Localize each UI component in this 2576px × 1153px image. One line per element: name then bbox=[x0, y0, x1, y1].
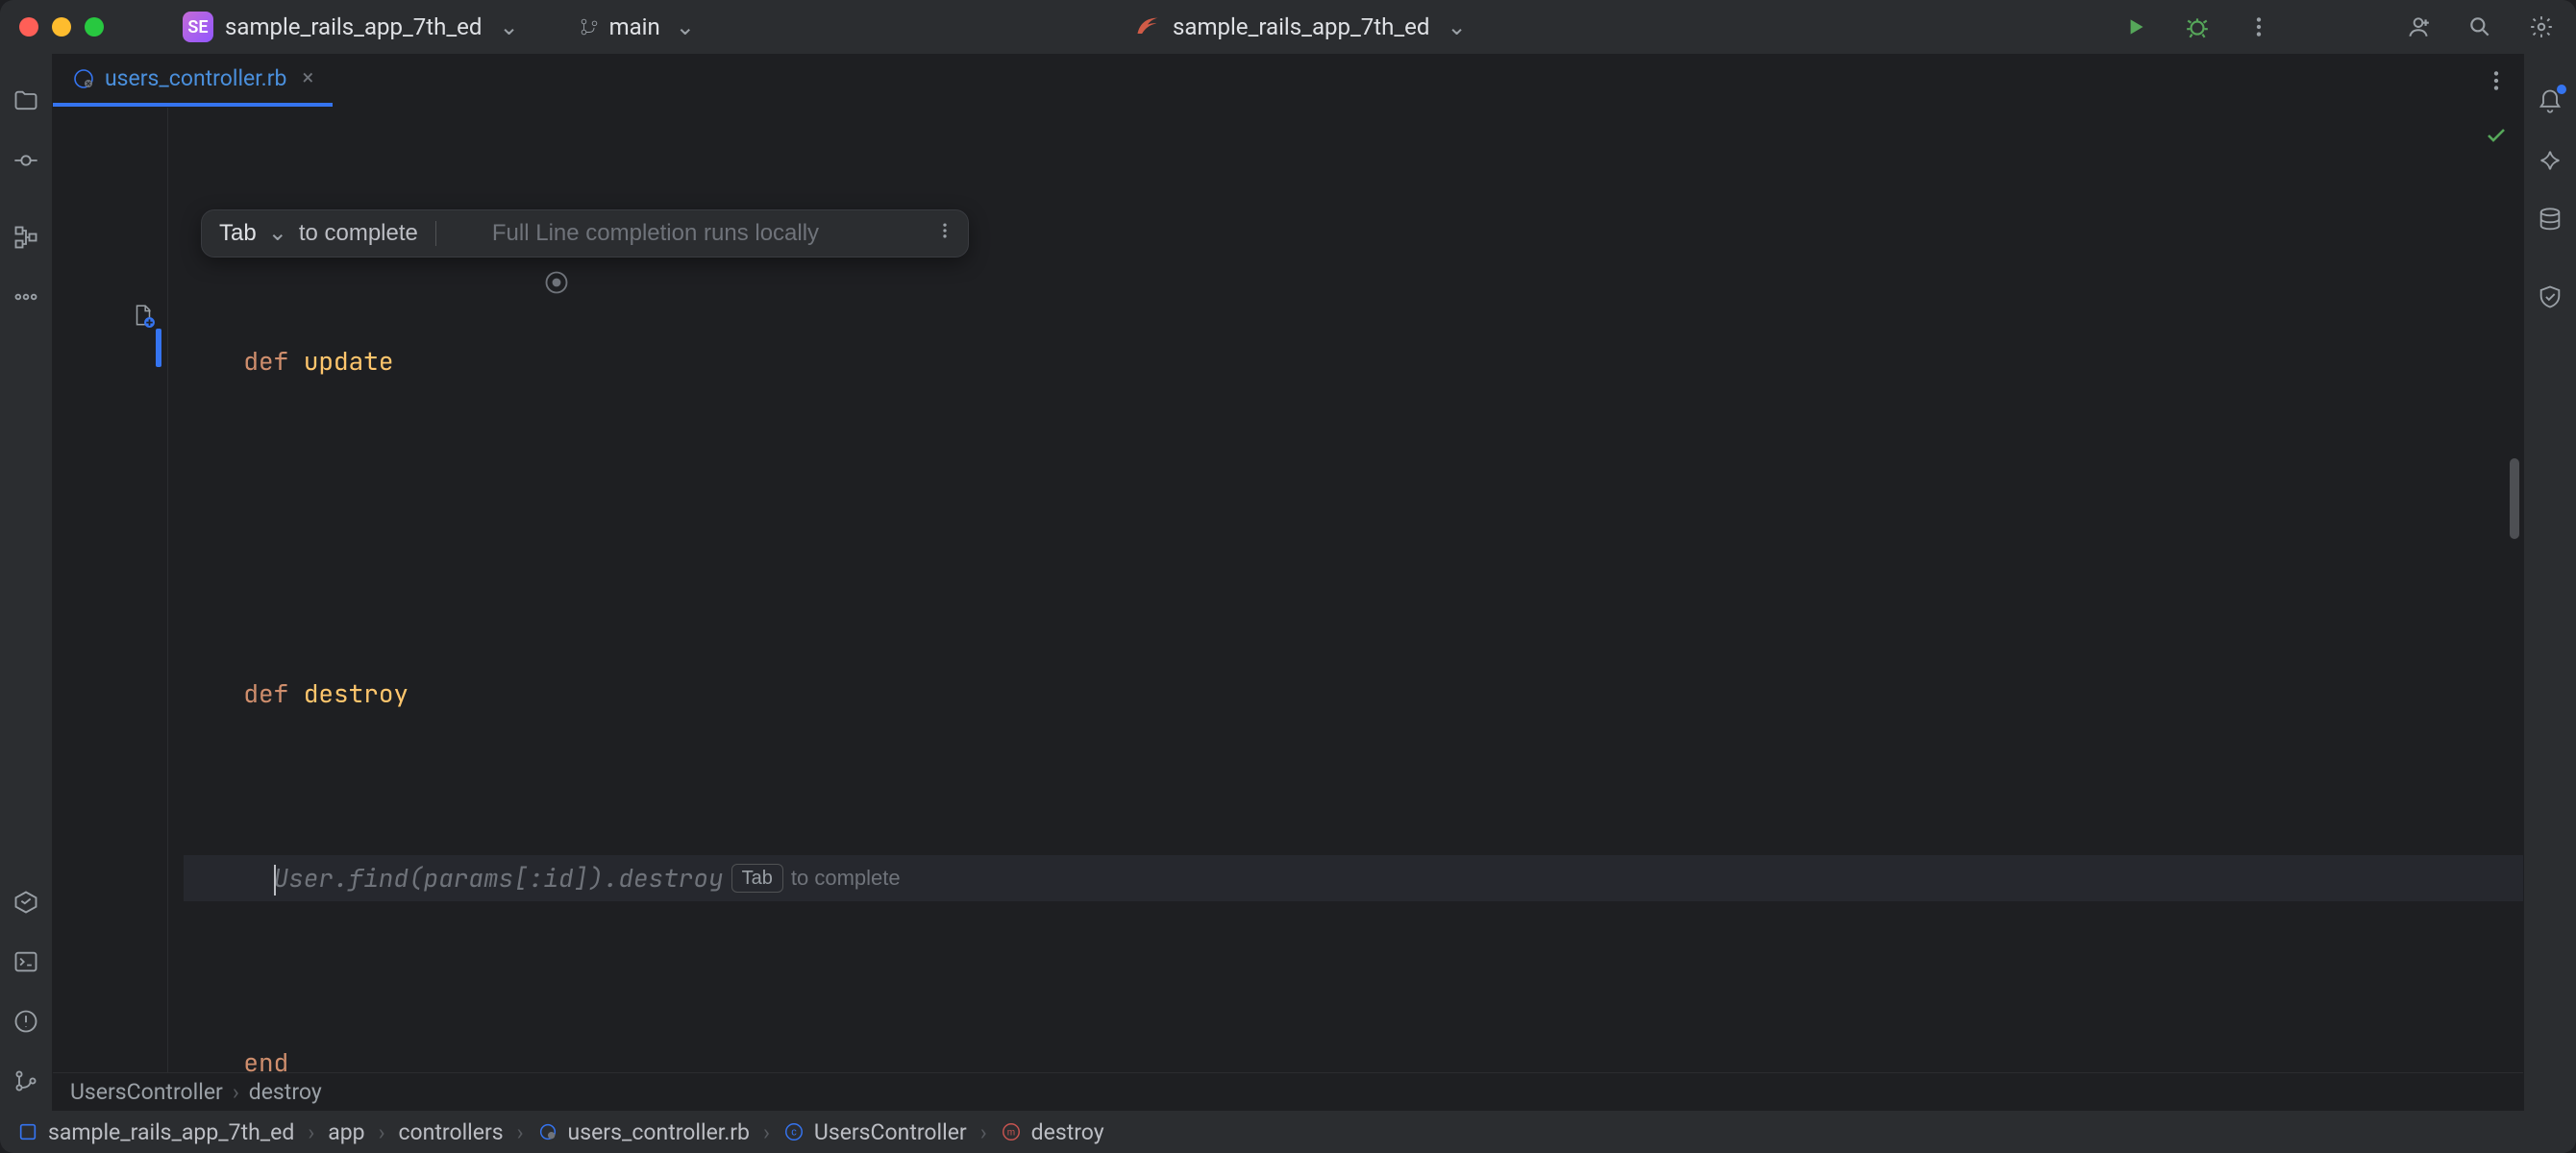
method-name: destroy bbox=[304, 671, 409, 717]
cursor bbox=[274, 865, 276, 895]
project-badge: SE bbox=[183, 12, 213, 42]
project-name: sample_rails_app_7th_ed bbox=[225, 13, 482, 40]
status-sep: › bbox=[375, 1119, 389, 1145]
svg-text:c: c bbox=[791, 1127, 797, 1139]
status-folder[interactable]: app bbox=[318, 1119, 374, 1145]
ai-assistant-icon[interactable] bbox=[2530, 140, 2570, 181]
svg-text:m: m bbox=[1006, 1128, 1014, 1139]
database-icon[interactable] bbox=[2530, 200, 2570, 240]
status-text: sample_rails_app_7th_ed bbox=[48, 1119, 294, 1145]
tab-more-icon[interactable] bbox=[2481, 65, 2512, 96]
status-text: controllers bbox=[399, 1119, 504, 1145]
ruby-file-icon bbox=[537, 1121, 558, 1142]
tab-key-pill: Tab bbox=[731, 864, 783, 893]
tab-filename: users_controller.rb bbox=[105, 65, 286, 91]
more-tools-icon[interactable] bbox=[6, 277, 46, 317]
tooltip-more-icon[interactable] bbox=[846, 164, 954, 303]
status-sep: › bbox=[977, 1119, 991, 1145]
chevron-down-icon[interactable]: ⌄ bbox=[268, 210, 287, 257]
debug-button[interactable] bbox=[2182, 12, 2213, 42]
method-icon: m bbox=[1001, 1121, 1022, 1142]
keyword: end bbox=[243, 1040, 288, 1072]
crumb-sep: › bbox=[233, 1079, 239, 1105]
rails-icon bbox=[1134, 13, 1161, 40]
chevron-down-icon: ⌄ bbox=[676, 13, 695, 40]
status-project[interactable]: sample_rails_app_7th_ed bbox=[8, 1119, 304, 1145]
notification-dot bbox=[2557, 85, 2566, 94]
status-text: users_controller.rb bbox=[568, 1119, 750, 1145]
completion-tooltip[interactable]: Tab ⌄ to complete Full Line completion r… bbox=[201, 209, 969, 258]
notifications-icon[interactable] bbox=[2530, 81, 2570, 121]
editor-tab[interactable]: users_controller.rb × bbox=[53, 54, 333, 107]
status-sep: › bbox=[513, 1119, 528, 1145]
branch-icon bbox=[579, 16, 600, 37]
problems-tool-icon[interactable] bbox=[6, 1001, 46, 1042]
code-editor[interactable]: class UsersController < ApplicationContr… bbox=[53, 108, 2523, 1072]
project-tool-icon[interactable] bbox=[6, 81, 46, 121]
separator bbox=[435, 221, 436, 246]
search-icon[interactable] bbox=[2465, 12, 2495, 42]
status-text: destroy bbox=[1031, 1119, 1104, 1145]
run-button[interactable] bbox=[2120, 12, 2151, 42]
terminal-tool-icon[interactable] bbox=[6, 942, 46, 982]
tooltip-subtext: Full Line completion runs locally bbox=[492, 210, 819, 257]
shield-icon[interactable] bbox=[2530, 277, 2570, 317]
method-name: update bbox=[304, 338, 394, 384]
ghost-text: User.find(params[:id]).destroy bbox=[274, 855, 724, 901]
status-sep: › bbox=[759, 1119, 774, 1145]
tooltip-text: to complete bbox=[299, 210, 418, 257]
vcs-tool-icon[interactable] bbox=[6, 1061, 46, 1101]
add-file-gutter-icon[interactable] bbox=[131, 303, 156, 328]
keyword: def bbox=[243, 671, 288, 717]
status-method[interactable]: m destroy bbox=[991, 1119, 1114, 1145]
more-actions-icon[interactable] bbox=[2243, 12, 2274, 42]
project-selector[interactable]: SE sample_rails_app_7th_ed ⌄ bbox=[175, 8, 527, 46]
status-folder[interactable]: controllers bbox=[389, 1119, 513, 1145]
status-text: app bbox=[328, 1119, 364, 1145]
branch-name: main bbox=[609, 13, 660, 40]
chevron-down-icon: ⌄ bbox=[499, 13, 518, 40]
close-tab-icon[interactable]: × bbox=[302, 66, 313, 90]
status-sep: › bbox=[304, 1119, 318, 1145]
status-file[interactable]: users_controller.rb bbox=[528, 1119, 759, 1145]
editor-breadcrumb[interactable]: UsersController › destroy bbox=[53, 1072, 2523, 1111]
commit-tool-icon[interactable] bbox=[6, 140, 46, 181]
window-maximize[interactable] bbox=[85, 17, 104, 37]
window-close[interactable] bbox=[19, 17, 38, 37]
status-text: UsersController bbox=[814, 1119, 967, 1145]
status-class[interactable]: c UsersController bbox=[774, 1119, 977, 1145]
crumb-class[interactable]: UsersController bbox=[70, 1079, 223, 1105]
tooltip-kbd: Tab bbox=[219, 210, 257, 257]
chevron-down-icon: ⌄ bbox=[1447, 13, 1466, 40]
run-config-name[interactable]: sample_rails_app_7th_ed bbox=[1173, 13, 1429, 40]
settings-icon[interactable] bbox=[2526, 12, 2557, 42]
window-minimize[interactable] bbox=[52, 17, 71, 37]
statusbar: sample_rails_app_7th_ed › app › controll… bbox=[0, 1111, 2576, 1153]
keyword: def bbox=[243, 338, 288, 384]
structure-tool-icon[interactable] bbox=[6, 217, 46, 258]
git-branch-selector[interactable]: main ⌄ bbox=[579, 13, 695, 40]
gutter bbox=[53, 108, 168, 1072]
class-icon: c bbox=[783, 1121, 805, 1142]
crumb-method[interactable]: destroy bbox=[249, 1079, 322, 1105]
ruby-file-icon bbox=[72, 67, 95, 90]
code-with-me-icon[interactable] bbox=[2403, 12, 2434, 42]
local-icon bbox=[454, 220, 481, 247]
services-tool-icon[interactable] bbox=[6, 882, 46, 922]
module-icon bbox=[17, 1121, 38, 1142]
inline-hint: to complete bbox=[791, 855, 901, 901]
